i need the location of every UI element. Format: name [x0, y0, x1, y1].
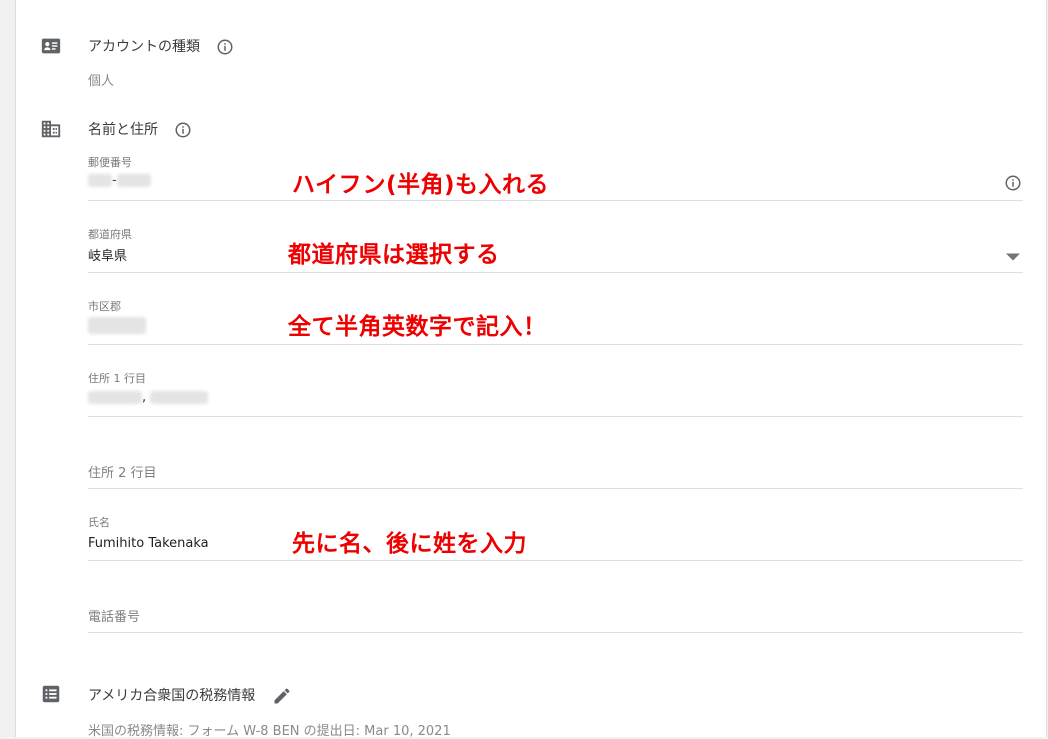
account-type-title: アカウントの種類	[88, 36, 234, 56]
address-line1-field[interactable]: 住所 1 行目 ,	[88, 368, 1023, 417]
name-address-title: 名前と住所	[88, 119, 192, 139]
account-box-icon	[41, 38, 61, 54]
redacted-value	[88, 391, 142, 404]
business-building-icon	[41, 120, 61, 138]
full-name-field[interactable]: 氏名 Fumihito Takenaka	[88, 512, 1023, 561]
prefecture-value: 岐阜県	[88, 249, 128, 264]
us-tax-title: アメリカ合衆国の税務情報	[88, 685, 292, 706]
settings-card: アカウントの種類 個人 名前と住所 郵便番号 - 都道府県 岐阜県 市区郡 住所…	[15, 0, 1047, 739]
edit-pencil-icon[interactable]	[272, 686, 292, 706]
name-address-title-text: 名前と住所	[88, 122, 158, 138]
redacted-value	[88, 174, 112, 187]
city-label: 市区郡	[88, 300, 121, 313]
us-tax-title-text: アメリカ合衆国の税務情報	[88, 688, 256, 704]
info-icon[interactable]	[1004, 174, 1022, 192]
account-type-value: 個人	[88, 74, 115, 89]
postal-code-field[interactable]: 郵便番号 -	[88, 152, 1023, 201]
redacted-value	[150, 391, 209, 404]
postal-code-label: 郵便番号	[88, 156, 132, 169]
postal-code-value: -	[88, 173, 151, 188]
city-value	[88, 317, 146, 334]
account-type-title-text: アカウントの種類	[88, 39, 200, 55]
dropdown-arrow-icon[interactable]	[1006, 252, 1020, 262]
info-icon[interactable]	[216, 38, 234, 56]
address-separator: ,	[142, 390, 147, 405]
annotation-name: 先に名、後に姓を入力	[292, 531, 527, 557]
address-line2-field[interactable]: 住所 2 行目	[88, 440, 1023, 489]
annotation-postal: ハイフン(半角)も入れる	[292, 172, 550, 198]
city-field[interactable]: 市区郡	[88, 296, 1023, 345]
info-icon[interactable]	[174, 121, 192, 139]
address-line2-placeholder: 住所 2 行目	[88, 466, 157, 481]
redacted-value	[88, 317, 146, 334]
us-tax-value: 米国の税務情報: フォーム W-8 BEN の提出日: Mar 10, 2021	[88, 724, 451, 739]
full-name-value: Fumihito Takenaka	[88, 536, 209, 551]
prefecture-label: 都道府県	[88, 228, 132, 241]
prefecture-select[interactable]: 都道府県 岐阜県	[88, 224, 1023, 273]
list-icon	[42, 685, 60, 703]
postal-separator: -	[112, 173, 117, 188]
annotation-prefecture: 都道府県は選択する	[288, 242, 500, 268]
address-line1-value: ,	[88, 390, 209, 405]
phone-field[interactable]: 電話番号	[88, 584, 1023, 633]
full-name-label: 氏名	[88, 516, 110, 529]
address-line1-label: 住所 1 行目	[88, 372, 146, 385]
redacted-value	[116, 174, 151, 187]
annotation-city: 全て半角英数字で記入！	[288, 314, 547, 340]
phone-placeholder: 電話番号	[88, 610, 141, 625]
